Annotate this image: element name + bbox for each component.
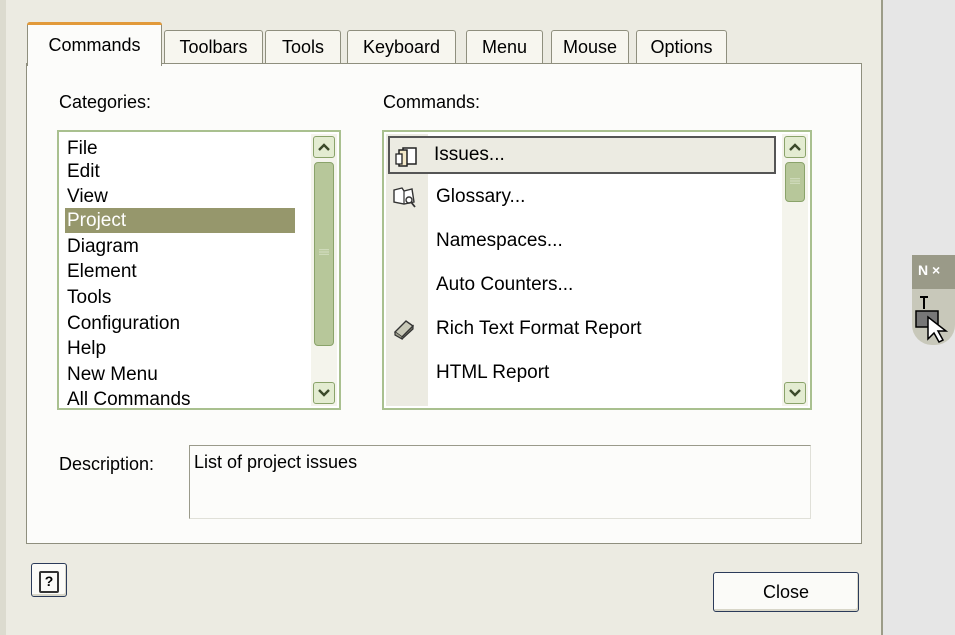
- description-field: List of project issues: [189, 445, 811, 519]
- tab-options[interactable]: Options: [636, 30, 727, 64]
- scroll-up-icon[interactable]: [313, 136, 335, 158]
- category-item[interactable]: View: [65, 184, 108, 209]
- category-item[interactable]: Diagram: [65, 234, 139, 259]
- customize-dialog: Commands Toolbars Tools Keyboard Menu Mo…: [0, 0, 883, 635]
- category-item[interactable]: All Commands: [65, 387, 191, 408]
- category-item[interactable]: Edit: [65, 159, 100, 184]
- command-item-focused[interactable]: Issues...: [388, 136, 776, 174]
- description-value: List of project issues: [194, 452, 358, 472]
- category-item-selected[interactable]: Project: [65, 208, 295, 233]
- command-item[interactable]: Rich Text Format Report: [388, 310, 776, 348]
- help-button[interactable]: ?: [31, 563, 67, 597]
- command-label: Issues...: [434, 144, 505, 165]
- category-item[interactable]: File: [65, 136, 98, 161]
- tab-mouse[interactable]: Mouse: [551, 30, 629, 64]
- category-item[interactable]: Tools: [65, 285, 111, 310]
- dialog-edge: [0, 0, 6, 635]
- category-item[interactable]: Help: [65, 336, 106, 361]
- command-label: HTML Report: [436, 362, 550, 383]
- categories-scrollbar[interactable]: [311, 134, 337, 406]
- scroll-down-icon[interactable]: [313, 382, 335, 404]
- command-label: Auto Counters...: [436, 274, 574, 295]
- help-icon: ?: [39, 571, 59, 593]
- floating-toolbar-titlebar[interactable]: N ×: [912, 255, 955, 289]
- description-label: Description:: [59, 454, 155, 474]
- tab-tools[interactable]: Tools: [265, 30, 341, 64]
- commands-tab-panel: Categories: Commands: File Edit View Pro…: [26, 63, 862, 544]
- commands-listbox[interactable]: Issues... Glossary... Namespaces... Auto…: [382, 130, 812, 410]
- scroll-thumb[interactable]: [314, 162, 334, 346]
- floating-toolbar[interactable]: N ×: [912, 255, 955, 345]
- commands-scrollbar[interactable]: [782, 134, 808, 406]
- command-item[interactable]: HTML Report: [388, 354, 776, 392]
- drag-cursor-icon: [915, 296, 949, 343]
- command-label: Namespaces...: [436, 230, 563, 251]
- command-item[interactable]: Namespaces...: [388, 222, 776, 260]
- category-item[interactable]: Element: [65, 259, 137, 284]
- rtf-report-icon: [393, 320, 415, 340]
- category-item[interactable]: Configuration: [65, 311, 180, 336]
- category-item[interactable]: New Menu: [65, 362, 158, 387]
- tab-toolbars[interactable]: Toolbars: [164, 30, 263, 64]
- command-item[interactable]: Auto Counters...: [388, 266, 776, 304]
- tab-keyboard[interactable]: Keyboard: [347, 30, 456, 64]
- scroll-down-icon[interactable]: [784, 382, 806, 404]
- close-button[interactable]: Close: [713, 572, 859, 612]
- floating-toolbar-title: N ×: [918, 262, 941, 278]
- categories-label: Categories:: [59, 92, 152, 112]
- tab-commands[interactable]: Commands: [27, 22, 162, 66]
- issues-icon: [395, 147, 417, 167]
- glossary-icon: [393, 187, 416, 208]
- tab-menu[interactable]: Menu: [466, 30, 543, 64]
- scroll-up-icon[interactable]: [784, 136, 806, 158]
- command-label: Glossary...: [436, 186, 526, 207]
- categories-listbox[interactable]: File Edit View Project Diagram Element T…: [57, 130, 341, 410]
- command-label: Rich Text Format Report: [436, 318, 642, 339]
- commands-label: Commands:: [383, 92, 481, 112]
- scroll-thumb[interactable]: [785, 162, 805, 202]
- command-item[interactable]: Glossary...: [388, 178, 776, 216]
